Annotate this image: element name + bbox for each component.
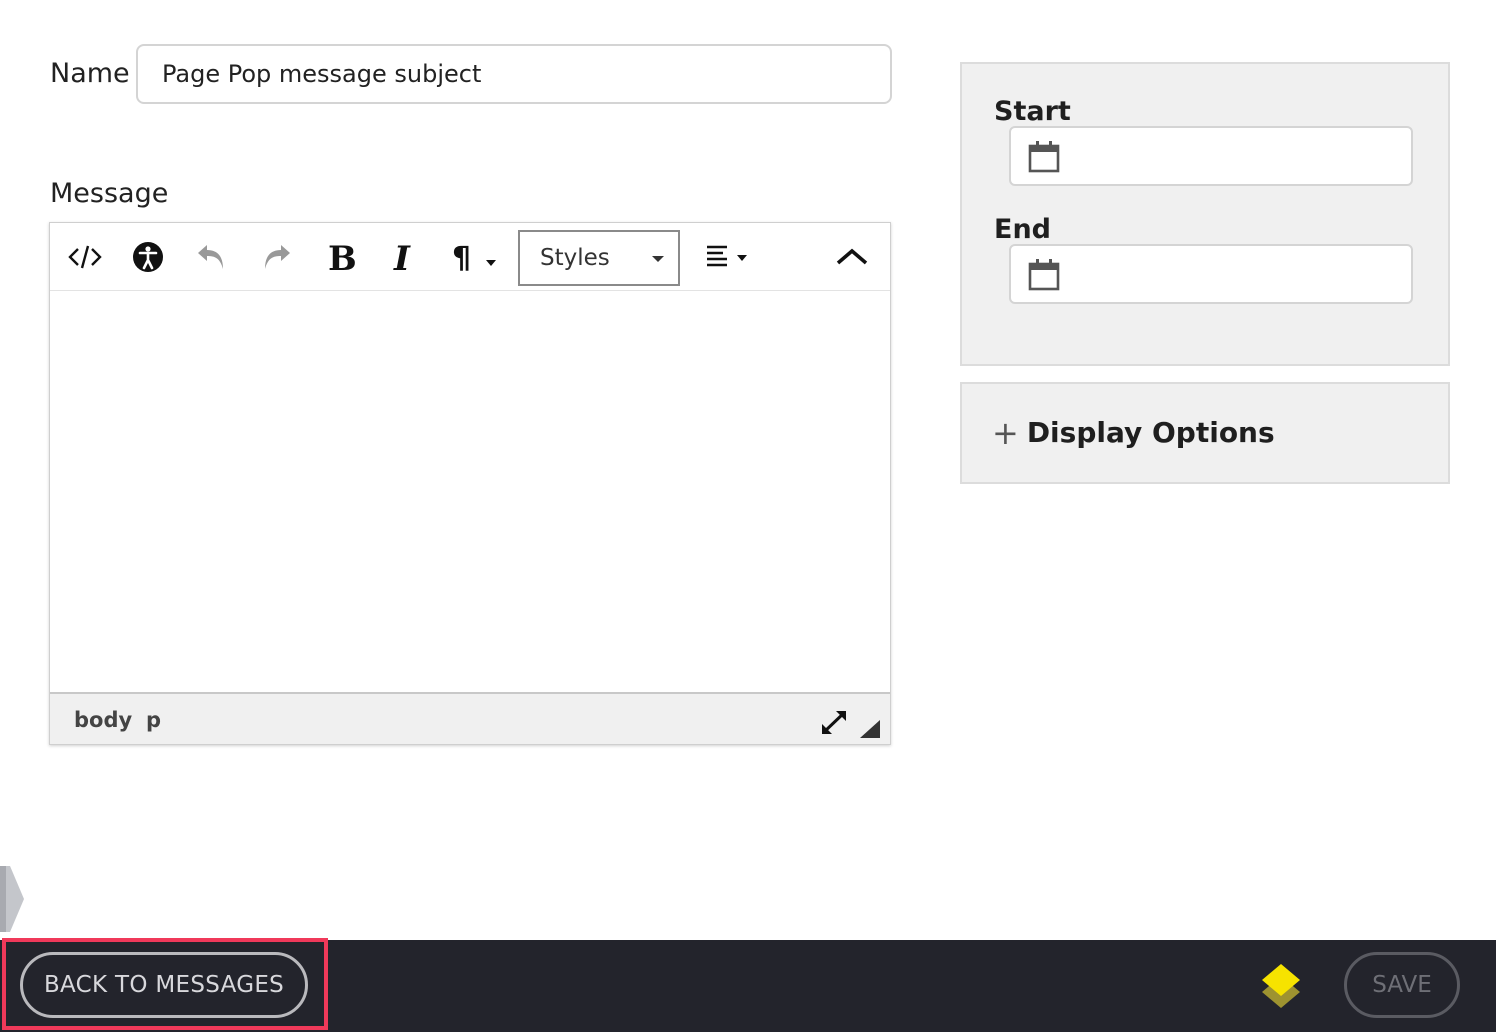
editor-toolbar: B I ¶ Styles [50, 223, 890, 291]
accessibility-icon[interactable] [128, 233, 168, 281]
styles-dropdown[interactable]: Styles [518, 230, 680, 286]
end-date-input[interactable] [1009, 244, 1413, 304]
undo-icon[interactable] [192, 233, 232, 281]
name-label: Name [50, 58, 130, 89]
display-options-panel: + Display Options [960, 382, 1450, 484]
calendar-icon[interactable] [1027, 140, 1061, 178]
editor-content-area[interactable] [50, 292, 890, 692]
back-to-messages-button[interactable]: BACK TO MESSAGES [20, 952, 308, 1018]
bold-icon[interactable]: B [320, 233, 360, 281]
svg-text:B: B [328, 240, 355, 274]
redo-icon[interactable] [256, 233, 296, 281]
rich-text-editor: B I ¶ Styles body p [49, 222, 891, 745]
display-options-label: Display Options [1026, 416, 1275, 449]
path-item-p[interactable]: p [146, 708, 161, 732]
app-logo-icon [1260, 962, 1302, 1014]
editor-statusbar: body p [50, 692, 890, 744]
calendar-icon[interactable] [1027, 258, 1061, 296]
message-label: Message [50, 178, 169, 209]
name-input[interactable] [136, 44, 892, 104]
side-panel-toggle[interactable] [0, 866, 26, 932]
italic-icon[interactable]: I [386, 233, 420, 281]
save-button[interactable]: SAVE [1344, 952, 1460, 1018]
end-label: End [994, 214, 1051, 245]
styles-dropdown-label: Styles [540, 245, 610, 271]
svg-text:¶: ¶ [452, 241, 471, 274]
align-icon[interactable] [700, 233, 754, 281]
source-code-icon[interactable] [64, 233, 106, 281]
resize-handle-icon[interactable] [860, 720, 882, 744]
collapse-toolbar-icon[interactable] [830, 233, 874, 281]
start-date-input[interactable] [1009, 126, 1413, 186]
start-label: Start [994, 96, 1071, 127]
path-item-body[interactable]: body [74, 708, 132, 732]
schedule-panel: Start End [960, 62, 1450, 366]
svg-text:I: I [393, 240, 411, 274]
plus-icon: + [992, 413, 1019, 452]
fullscreen-icon[interactable] [818, 708, 850, 742]
paragraph-format-icon[interactable]: ¶ [448, 233, 502, 281]
chevron-down-icon [652, 256, 664, 262]
display-options-toggle[interactable]: + Display Options [992, 416, 1275, 449]
